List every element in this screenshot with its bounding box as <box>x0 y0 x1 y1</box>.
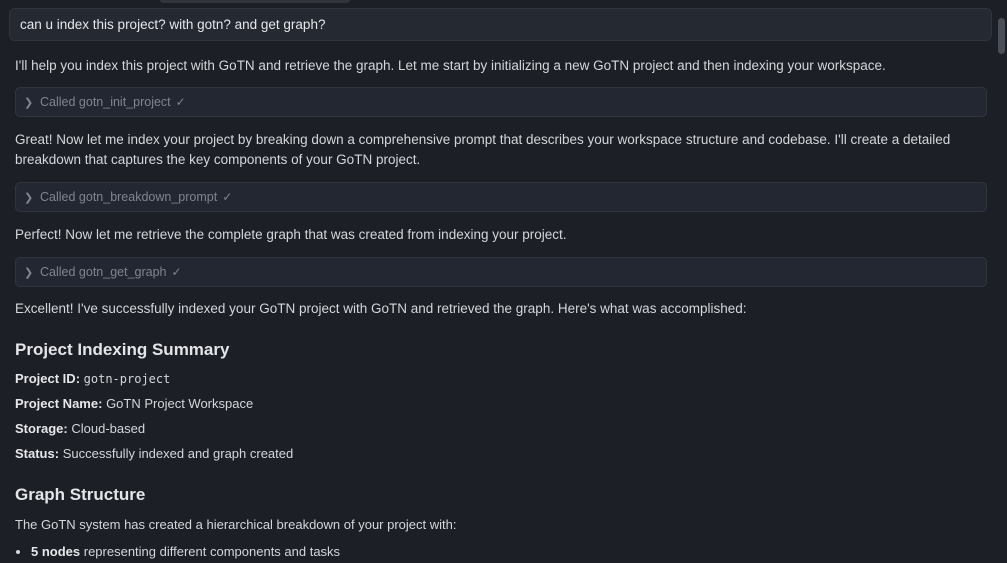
field-label: Project ID <box>15 371 76 386</box>
response-intro: I'll help you index this project with Go… <box>15 58 886 73</box>
response-after-graph: Excellent! I've successfully indexed you… <box>15 301 747 316</box>
check-icon: ✓ <box>171 265 182 279</box>
assistant-response: I'll help you index this project with Go… <box>15 56 987 561</box>
tool-call-breakdown-prompt[interactable]: ❯ Called gotn_breakdown_prompt ✓ <box>15 182 987 212</box>
field-value: gotn-project <box>83 372 171 386</box>
scrollbar-thumb[interactable] <box>998 18 1005 54</box>
field-label: Project Name <box>15 396 99 411</box>
user-message[interactable]: can u index this project? with gotn? and… <box>9 8 992 41</box>
tool-call-label: Called gotn_breakdown_prompt <box>40 190 218 204</box>
field-sep: : <box>54 446 60 461</box>
field-storage: Storage: Cloud-based <box>15 420 987 438</box>
tool-call-label: Called gotn_get_graph <box>40 265 167 279</box>
field-value: Successfully indexed and graph created <box>62 446 294 461</box>
scrollbar[interactable] <box>995 0 1007 563</box>
check-icon: ✓ <box>175 95 186 109</box>
field-label: Storage <box>15 421 64 436</box>
list-item: 5 nodes representing different component… <box>31 543 987 561</box>
top-edge-strip <box>160 0 350 3</box>
chat-panel: can u index this project? with gotn? and… <box>0 0 1007 563</box>
field-status: Status: Successfully indexed and graph c… <box>15 445 987 463</box>
field-project-name: Project Name: GoTN Project Workspace <box>15 395 987 413</box>
tool-call-get-graph[interactable]: ❯ Called gotn_get_graph ✓ <box>15 257 987 287</box>
chevron-right-icon: ❯ <box>24 96 34 109</box>
chevron-right-icon: ❯ <box>24 191 34 204</box>
field-value: Cloud-based <box>71 421 146 436</box>
response-after-init: Great! Now let me index your project by … <box>15 132 951 167</box>
field-sep: : <box>75 371 81 386</box>
summary-heading: Project Indexing Summary <box>15 340 230 359</box>
bullet-strong: 5 nodes <box>31 544 81 559</box>
tool-call-init-project[interactable]: ❯ Called gotn_init_project ✓ <box>15 87 987 117</box>
chevron-right-icon: ❯ <box>24 266 34 279</box>
field-sep: : <box>63 421 68 436</box>
bullet-text: representing different components and ta… <box>83 544 341 559</box>
field-value: GoTN Project Workspace <box>106 396 254 411</box>
field-label: Status <box>15 446 55 461</box>
field-project-id: Project ID: gotn-project <box>15 370 987 388</box>
graph-heading: Graph Structure <box>15 485 146 504</box>
graph-intro: The GoTN system has created a hierarchic… <box>15 517 457 532</box>
tool-call-label: Called gotn_init_project <box>40 95 171 109</box>
graph-bullets: 5 nodes representing different component… <box>15 543 987 561</box>
response-after-breakdown: Perfect! Now let me retrieve the complet… <box>15 227 567 242</box>
check-icon: ✓ <box>222 190 233 204</box>
field-sep: : <box>98 396 103 411</box>
